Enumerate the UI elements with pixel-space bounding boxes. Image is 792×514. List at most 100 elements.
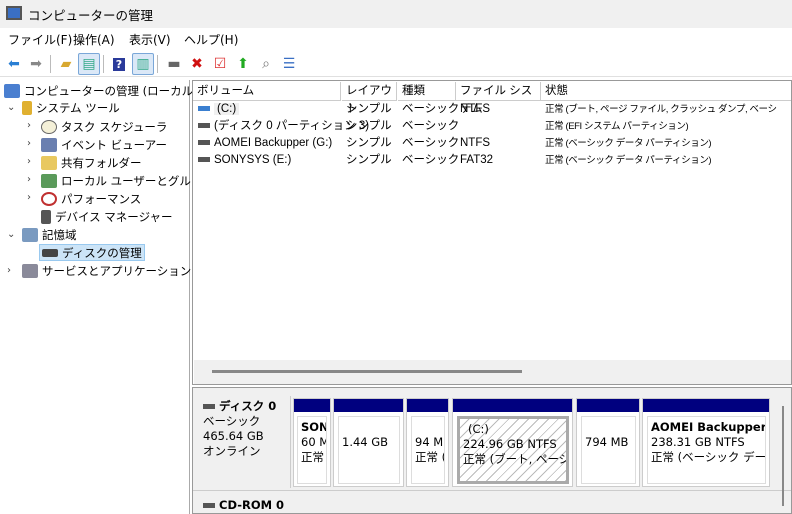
tree-item-services[interactable]: サービスとアプリケーション: [22, 262, 191, 279]
type-cell: ベーシック: [402, 120, 460, 132]
volume-icon: [198, 123, 210, 129]
layout-cell: シンプル: [346, 154, 392, 166]
partition-label: AOMEI Backupper (G: [651, 420, 766, 434]
partition-size: 238.31 GB NTFS: [651, 435, 745, 449]
disk-type: ベーシック: [203, 414, 261, 428]
shared-folder-icon: [41, 155, 57, 170]
tree-label: パフォーマンス: [61, 191, 142, 206]
tree-label: ローカル ユーザーとグループ: [61, 173, 214, 188]
cdrom-name: CD-ROM 0: [219, 498, 285, 512]
tree-label: 記憶域: [42, 227, 77, 242]
up-folder-icon[interactable]: ▰: [55, 53, 77, 75]
volume-icon: [198, 157, 210, 163]
export-icon[interactable]: ⬆: [232, 53, 254, 75]
vertical-scrollbar[interactable]: [782, 406, 784, 506]
show-hide-tree-icon[interactable]: ▤: [78, 53, 100, 75]
horizontal-scrollbar[interactable]: [194, 360, 791, 384]
status-cell: 正常 (ブート, ページ ファイル, クラッシュ ダンプ, ベーシ: [545, 104, 777, 115]
forward-icon[interactable]: ➡: [25, 53, 47, 75]
table-row[interactable]: (C:) シンプル ベーシック NTFS 正常 (ブート, ページ ファイル, …: [193, 101, 792, 118]
volume-name: SONYSYS (E:): [214, 154, 292, 166]
partition-size: 1.44 GB: [342, 435, 389, 449]
tree-item-system-tools[interactable]: システム ツール: [22, 99, 120, 116]
tree-item-root[interactable]: コンピューターの管理 (ローカル): [4, 82, 198, 99]
menu-file[interactable]: ファイル(F): [8, 31, 72, 48]
partition[interactable]: SON 60 M 正常: [293, 398, 331, 487]
chevron-right-icon[interactable]: ›: [7, 265, 11, 276]
layout-cell: シンプル: [346, 137, 392, 149]
volume-name: AOMEI Backupper (G:): [214, 137, 333, 149]
computer-icon: [4, 83, 20, 98]
partition[interactable]: 794 MB: [576, 398, 640, 487]
chevron-down-icon[interactable]: ⌄: [7, 229, 15, 240]
column-header-status[interactable]: 状態: [541, 82, 791, 101]
properties-icon[interactable]: ☑: [209, 53, 231, 75]
menu-help[interactable]: ヘルプ(H): [184, 31, 238, 48]
filesystem-cell: NTFS: [460, 137, 491, 149]
checklist-icon[interactable]: ☰: [278, 53, 300, 75]
partition-status: 正常: [301, 450, 324, 464]
chevron-right-icon[interactable]: ›: [27, 192, 31, 203]
volume-icon: [198, 140, 210, 146]
cdrom-0-label[interactable]: CD-ROM 0: [203, 498, 284, 512]
tree-item-task-scheduler[interactable]: タスク スケジューラ: [41, 118, 167, 135]
menu-view[interactable]: 表示(V): [129, 31, 171, 48]
computer-management-icon: [6, 6, 22, 20]
partition-label: (C:): [468, 422, 489, 436]
tree-item-local-users[interactable]: ローカル ユーザーとグループ: [41, 172, 213, 189]
type-cell: ベーシック: [402, 103, 460, 115]
toolbar: ⬅ ➡ ▰ ▤ ? ▥ ▬ ✖ ☑ ⬆ ⌕ ☰: [0, 50, 792, 77]
chevron-right-icon[interactable]: ›: [27, 174, 31, 185]
partition-size: 794 MB: [585, 435, 629, 449]
chevron-right-icon[interactable]: ›: [27, 138, 31, 149]
tree-item-shared-folders[interactable]: 共有フォルダー: [41, 154, 142, 171]
tree-label: コンピューターの管理 (ローカル): [24, 83, 198, 98]
tree-item-event-viewer[interactable]: イベント ビューアー: [41, 136, 167, 153]
tree-item-device-manager[interactable]: デバイス マネージャー: [41, 208, 173, 225]
tree-item-performance[interactable]: パフォーマンス: [41, 190, 141, 207]
tree-label: システム ツール: [36, 100, 120, 115]
table-row[interactable]: SONYSYS (E:) シンプル ベーシック FAT32 正常 (ベーシック …: [193, 152, 792, 169]
cdrom-icon: [203, 503, 215, 508]
tree-item-storage[interactable]: 記憶域: [22, 226, 77, 243]
type-cell: ベーシック: [402, 137, 460, 149]
connect-drive-icon[interactable]: ▬: [163, 53, 185, 75]
disk-icon: [203, 404, 215, 409]
layout-cell: シンプル: [346, 103, 392, 115]
partition[interactable]: AOMEI Backupper (G238.31 GB NTFS正常 (ベーシッ…: [642, 398, 770, 487]
column-header-filesystem[interactable]: ファイル システム: [456, 82, 541, 115]
partition[interactable]: 1.44 GB: [333, 398, 404, 487]
filesystem-cell: FAT32: [460, 154, 494, 166]
tree-label: タスク スケジューラ: [61, 119, 168, 134]
partition[interactable]: 94 MB正常 (: [406, 398, 449, 487]
chevron-down-icon[interactable]: ⌄: [7, 102, 15, 113]
table-row[interactable]: AOMEI Backupper (G:) シンプル ベーシック NTFS 正常 …: [193, 135, 792, 152]
tree-item-disk-management[interactable]: ディスクの管理: [39, 244, 145, 261]
back-icon[interactable]: ⬅: [3, 53, 25, 75]
volume-name: (C:): [214, 103, 240, 115]
column-header-layout[interactable]: レイアウト: [342, 82, 397, 115]
partition-label: SON: [301, 420, 327, 434]
chevron-right-icon[interactable]: ›: [27, 120, 31, 131]
partition-c-selected[interactable]: (C:)224.96 GB NTFS正常 (ブート, ページ ファ: [452, 398, 573, 487]
status-cell: 正常 (EFI システム パーティション): [545, 121, 689, 132]
search-icon[interactable]: ⌕: [255, 53, 277, 75]
table-row[interactable]: (ディスク 0 パーティション 3) シンプル ベーシック 正常 (EFI シス…: [193, 118, 792, 135]
scrollbar-thumb[interactable]: [212, 370, 522, 373]
column-header-volume[interactable]: ボリューム: [193, 82, 341, 101]
partition-size: 94 MB: [415, 435, 444, 449]
menu-bar: ファイル(F) 操作(A) 表示(V) ヘルプ(H): [0, 28, 792, 50]
menu-action[interactable]: 操作(A): [73, 31, 115, 48]
device-manager-icon: [41, 209, 51, 224]
help-icon[interactable]: ?: [112, 57, 126, 71]
event-log-icon: [41, 137, 57, 152]
type-cell: ベーシック: [402, 154, 460, 166]
partition-status: 正常 (ブート, ページ ファ: [463, 452, 569, 466]
disk-0-label[interactable]: ディスク 0 ベーシック 465.64 GB オンライン: [196, 396, 291, 488]
delete-icon[interactable]: ✖: [186, 53, 208, 75]
column-header-type[interactable]: 種類: [398, 82, 456, 101]
storage-icon: [22, 227, 38, 242]
users-icon: [41, 173, 57, 188]
chevron-right-icon[interactable]: ›: [27, 156, 31, 167]
show-hide-action-icon[interactable]: ▥: [132, 53, 154, 75]
